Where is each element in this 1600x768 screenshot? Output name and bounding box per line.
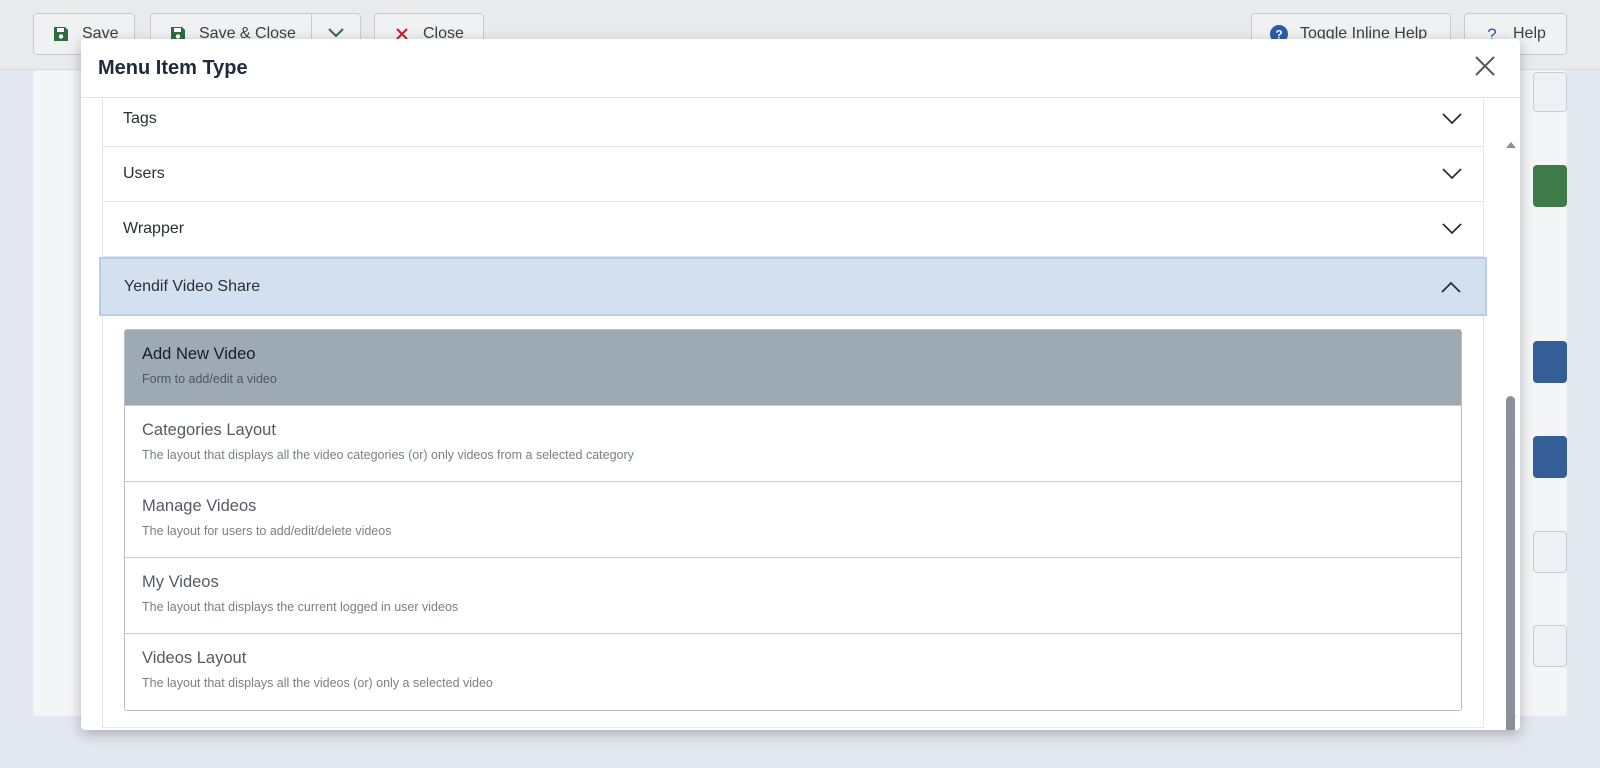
menu-type-name: Videos Layout: [142, 649, 247, 667]
menu-item-type-modal: Menu Item Type Tags Users Wrapper Yendif…: [81, 39, 1520, 730]
scroll-down-arrow-icon[interactable]: [1506, 716, 1516, 722]
chevron-up-icon: [1441, 281, 1461, 293]
category-tags[interactable]: Tags: [103, 98, 1483, 147]
close-icon: [1475, 55, 1495, 81]
menu-type-my-videos[interactable]: My Videos The layout that displays the c…: [125, 558, 1461, 634]
floppy-disk-icon: [50, 26, 72, 42]
background-field: [1533, 625, 1567, 667]
menu-type-add-new-video[interactable]: Add New Video Form to add/edit a video: [125, 330, 1461, 406]
chevron-down-icon: [1442, 168, 1462, 180]
background-blue-button: [1533, 341, 1567, 383]
menu-type-videos-layout[interactable]: Videos Layout The layout that displays a…: [125, 634, 1461, 710]
background-blue-button: [1533, 436, 1567, 478]
category-label: Wrapper: [123, 220, 185, 237]
background-green-button: [1533, 165, 1567, 207]
modal-body: Tags Users Wrapper Yendif Video Share Ad…: [81, 98, 1520, 730]
menu-type-description: The layout for users to add/edit/delete …: [142, 524, 392, 538]
menu-type-description: The layout that displays all the videos …: [142, 676, 493, 690]
menu-type-accordion: Tags Users Wrapper Yendif Video Share Ad…: [99, 98, 1487, 728]
category-label: Tags: [123, 110, 157, 127]
menu-type-description: The layout that displays all the video c…: [142, 448, 634, 462]
scrollbar-thumb[interactable]: [1506, 396, 1515, 730]
modal-title: Menu Item Type: [98, 56, 248, 79]
category-yendif-video-share[interactable]: Yendif Video Share: [99, 257, 1487, 316]
modal-close-button[interactable]: [1470, 53, 1500, 83]
category-label: Users: [123, 165, 165, 182]
chevron-down-icon: [1442, 113, 1462, 125]
category-users[interactable]: Users: [103, 147, 1483, 202]
menu-type-description: The layout that displays the current log…: [142, 600, 459, 614]
category-label: Yendif Video Share: [124, 277, 261, 295]
menu-type-categories-layout[interactable]: Categories Layout The layout that displa…: [125, 406, 1461, 482]
category-wrapper[interactable]: Wrapper: [103, 202, 1483, 257]
menu-type-name: Manage Videos: [142, 497, 257, 515]
yendif-video-share-panel: Add New Video Form to add/edit a video C…: [103, 316, 1483, 727]
menu-type-name: Categories Layout: [142, 421, 276, 439]
menu-type-description: Form to add/edit a video: [142, 372, 277, 386]
background-field: [1533, 531, 1567, 573]
menu-type-manage-videos[interactable]: Manage Videos The layout for users to ad…: [125, 482, 1461, 558]
background-field: [1533, 72, 1567, 112]
scroll-up-arrow-icon[interactable]: [1506, 142, 1516, 148]
modal-scrollbar[interactable]: [1502, 98, 1520, 730]
menu-type-name: My Videos: [142, 573, 219, 591]
menu-item-type-list: Add New Video Form to add/edit a video C…: [124, 329, 1462, 711]
chevron-down-icon: [1442, 223, 1462, 235]
modal-header: Menu Item Type: [81, 39, 1520, 98]
menu-type-name: Add New Video: [142, 345, 256, 363]
